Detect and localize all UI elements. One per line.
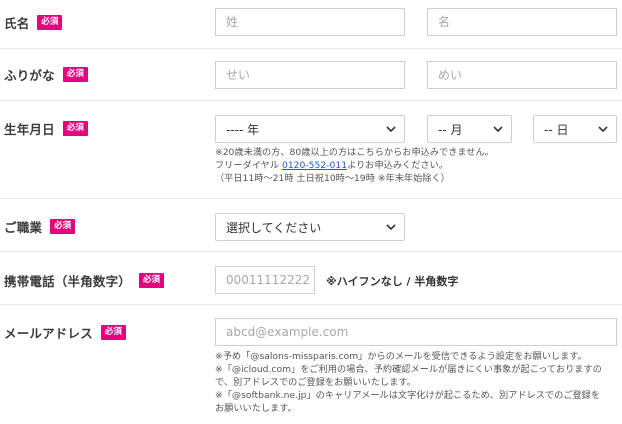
row-divider bbox=[0, 100, 622, 101]
occupation-label: ご職業 bbox=[4, 219, 43, 235]
email-label-group: メールアドレス 必須 bbox=[4, 322, 126, 342]
birth-month-select[interactable]: -- 月 bbox=[427, 115, 512, 143]
row-divider bbox=[0, 48, 622, 49]
required-badge: 必須 bbox=[139, 272, 165, 288]
required-badge: 必須 bbox=[62, 66, 88, 82]
phone-hint: ※ハイフンなし / 半角数字 bbox=[326, 275, 459, 288]
chevron-down-icon bbox=[493, 126, 503, 133]
birth-year-select[interactable]: ---- 年 bbox=[215, 115, 405, 143]
email-note-line: お願いいたします。 bbox=[215, 403, 297, 414]
note-prefix: フリーダイヤル bbox=[215, 160, 282, 171]
birthday-note-line: フリーダイヤル 0120-552-011よりお申込みください。 bbox=[215, 159, 494, 172]
birth-year-value: ---- 年 bbox=[226, 122, 260, 137]
birthday-note-line: ※20歳未満の方、80歳以上の方はこちらからお申込みできません。 bbox=[215, 147, 494, 158]
chevron-down-icon bbox=[598, 126, 608, 133]
email-note: ※予め「@salons-missparis.com」からのメールを受信できるよう… bbox=[215, 350, 602, 415]
name-label: 氏名 bbox=[4, 15, 30, 31]
email-label: メールアドレス bbox=[4, 325, 93, 341]
required-badge: 必須 bbox=[50, 218, 76, 234]
row-divider bbox=[0, 198, 622, 199]
first-name-input[interactable] bbox=[427, 8, 617, 36]
email-note-line: ※「@icloud.com」をご利用の場合、予約確認メールが届きにくい事象が起こ… bbox=[215, 364, 602, 375]
required-badge: 必須 bbox=[62, 120, 88, 136]
occupation-label-group: ご職業 必須 bbox=[4, 216, 76, 236]
name-label-group: 氏名 必須 bbox=[4, 12, 63, 32]
email-note-line: ※「@softbank.ne.jp」のキャリアメールは文字化けが起こるため、別ア… bbox=[215, 390, 601, 401]
free-dial-link[interactable]: 0120-552-011 bbox=[282, 160, 347, 171]
birthday-note: ※20歳未満の方、80歳以上の方はこちらからお申込みできません。 フリーダイヤル… bbox=[215, 146, 494, 185]
birthday-note-line: （平日11時〜21時 土日祝10時〜19時 ※年末年始除く） bbox=[215, 173, 450, 184]
birth-day-value: -- 日 bbox=[544, 122, 569, 137]
required-badge: 必須 bbox=[37, 14, 63, 30]
kana-label: ふりがな bbox=[4, 67, 55, 83]
phone-label-group: 携帯電話（半角数字） 必須 bbox=[4, 270, 165, 290]
mobile-phone-input[interactable] bbox=[215, 266, 315, 294]
birth-day-select[interactable]: -- 日 bbox=[533, 115, 617, 143]
chevron-down-icon bbox=[386, 224, 396, 231]
kana-label-group: ふりがな 必須 bbox=[4, 64, 88, 84]
email-note-line: ※予め「@salons-missparis.com」からのメールを受信できるよう… bbox=[215, 351, 587, 362]
row-divider bbox=[0, 251, 622, 252]
required-badge: 必須 bbox=[100, 324, 126, 340]
birth-month-value: -- 月 bbox=[438, 122, 463, 137]
row-divider bbox=[0, 304, 622, 305]
occupation-select[interactable]: 選択してください bbox=[215, 213, 405, 241]
last-name-kana-input[interactable] bbox=[215, 61, 405, 89]
occupation-value: 選択してください bbox=[226, 220, 322, 235]
phone-label: 携帯電話（半角数字） bbox=[4, 273, 132, 289]
note-suffix: よりお申込みください。 bbox=[347, 160, 448, 171]
birthday-label-group: 生年月日 必須 bbox=[4, 118, 88, 138]
email-note-line: で、別アドレスでのご登録をお願いいたします。 bbox=[215, 377, 416, 388]
email-input[interactable] bbox=[215, 318, 617, 346]
chevron-down-icon bbox=[386, 126, 396, 133]
last-name-input[interactable] bbox=[215, 8, 405, 36]
birthday-label: 生年月日 bbox=[4, 121, 55, 137]
first-name-kana-input[interactable] bbox=[427, 61, 617, 89]
